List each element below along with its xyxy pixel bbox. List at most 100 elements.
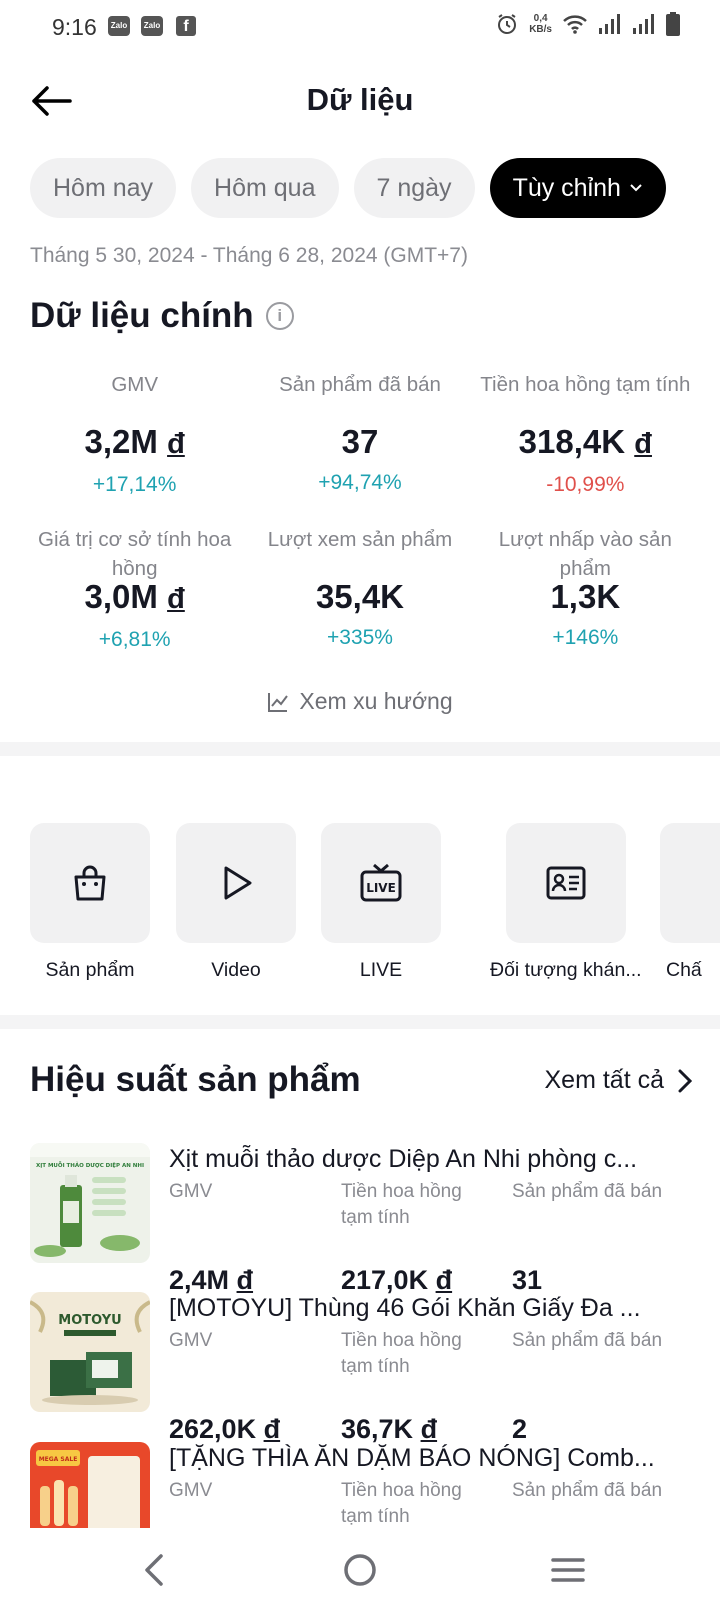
- product-row[interactable]: XỊT MUỖI THẢO DƯỢC DIỆP AN NHI Xịt muỗi …: [30, 1143, 720, 1297]
- status-indicators: 0,4 KB/s: [495, 12, 680, 36]
- nav-recents-button[interactable]: [548, 1550, 588, 1590]
- metric-value: 35,4K: [315, 578, 405, 615]
- product-row[interactable]: MEGA SALE [TẶNG THÌA ĂN DẶM BÁO NÓNG] Co…: [30, 1442, 720, 1528]
- metric-value: 3,0M đ: [84, 578, 185, 615]
- column-label: Sản phẩm đã bán: [512, 1330, 663, 1351]
- tile-live[interactable]: LIVE LIVE: [321, 823, 441, 982]
- metric-commission-base: Giá trị cơ sở tính hoa hồng 3,0M đ +6,81…: [22, 525, 247, 655]
- metric-value: 37: [341, 423, 379, 460]
- product-sold: Sản phẩm đã bán: [512, 1478, 662, 1504]
- svg-text:LIVE: LIVE: [366, 881, 396, 895]
- date-filter-chips: Hôm nay Hôm qua 7 ngày Tùy chỉnh: [30, 158, 666, 218]
- metric-change: +94,74%: [318, 471, 402, 494]
- zalo-notification-icon: Zalo: [141, 16, 163, 36]
- product-sold: Sản phẩm đã bán 31: [512, 1179, 663, 1295]
- live-tv-icon: LIVE: [360, 863, 402, 902]
- svg-text:XỊT MUỖI THẢO DƯỢC DIỆP AN NHI: XỊT MUỖI THẢO DƯỢC DIỆP AN NHI: [36, 1161, 144, 1169]
- product-row[interactable]: MOTOYU [MOTOYU] Thùng 46 Gói Khăn Giấy Đ…: [30, 1292, 720, 1446]
- metric-estimated-commission: Tiền hoa hồng tạm tính 318,4K đ -10,99%: [473, 370, 698, 500]
- battery-icon: [666, 12, 680, 36]
- metric-label: Giá trị cơ sở tính hoa hồng: [38, 528, 232, 580]
- alarm-icon: [498, 14, 517, 34]
- product-name: Xịt muỗi thảo dược Diệp An Nhi phòng c..…: [169, 1145, 638, 1173]
- tile-video[interactable]: Video: [176, 823, 296, 982]
- info-icon[interactable]: i: [265, 302, 294, 330]
- tile-label: LIVE: [359, 959, 403, 981]
- product-commission: Tiền hoa hồng tạm tính: [341, 1478, 491, 1528]
- network-speed: 0,4 KB/s: [529, 13, 552, 35]
- tile-label: Đối tượng khán...: [490, 959, 642, 981]
- tile-label: Chấ: [666, 959, 702, 981]
- header: Dữ liệu: [0, 70, 720, 132]
- metric-label: Lượt nhấp vào sản phẩm: [498, 528, 672, 580]
- product-name: [TẶNG THÌA ĂN DẶM BÁO NÓNG] Comb...: [169, 1444, 655, 1472]
- svg-text:MOTOYU: MOTOYU: [58, 1313, 121, 1328]
- page-title: Dữ liệu: [306, 82, 414, 117]
- product-gmv: GMV 262,0K đ: [169, 1328, 319, 1444]
- metric-change: +6,81%: [98, 628, 171, 651]
- product-list: XỊT MUỖI THẢO DƯỢC DIỆP AN NHI Xịt muỗi …: [30, 1143, 720, 1528]
- metric-value: 1,3K: [550, 578, 621, 615]
- column-label: Tiền hoa hồng tạm tính: [341, 1330, 462, 1377]
- see-all-link[interactable]: Xem tất cả: [544, 1066, 692, 1095]
- section-divider: [0, 742, 720, 756]
- column-label: Tiền hoa hồng tạm tính: [341, 1480, 462, 1527]
- chevron-right-icon: [678, 1069, 692, 1092]
- chevron-down-icon: [630, 184, 642, 192]
- metric-change: +335%: [327, 626, 393, 649]
- section-divider: [0, 1015, 720, 1029]
- tile-products[interactable]: Sản phẩm: [30, 823, 150, 982]
- product-thumbnail: MOTOYU: [30, 1292, 150, 1412]
- view-trend-label: Xem xu hướng: [299, 688, 453, 714]
- metric-gmv: GMV 3,2M đ +17,14%: [22, 370, 247, 500]
- metric-value: 3,2M đ: [84, 423, 185, 460]
- system-navigation-bar: [0, 1528, 720, 1612]
- chip-yesterday[interactable]: Hôm qua: [191, 158, 339, 218]
- product-commission: Tiền hoa hồng tạm tính 217,0K đ: [341, 1179, 491, 1295]
- tile-partial[interactable]: Chấ: [660, 823, 720, 982]
- status-time: 9:16: [52, 14, 97, 40]
- product-name: [MOTOYU] Thùng 46 Gói Khăn Giấy Đa ...: [169, 1294, 641, 1322]
- facebook-notification-icon: f: [176, 16, 196, 36]
- column-label: Sản phẩm đã bán: [512, 1181, 663, 1202]
- nav-back-button[interactable]: [134, 1550, 174, 1590]
- metric-products-sold: Sản phẩm đã bán 37 +94,74%: [247, 370, 472, 500]
- chevron-left-icon: [145, 1554, 163, 1586]
- metric-product-clicks: Lượt nhấp vào sản phẩm 1,3K +146%: [473, 525, 698, 655]
- column-value: 36,7K đ: [341, 1414, 438, 1444]
- product-commission: Tiền hoa hồng tạm tính 36,7K đ: [341, 1328, 491, 1444]
- metric-label: GMV: [111, 373, 159, 396]
- metric-change: +17,14%: [92, 473, 177, 496]
- column-label: GMV: [169, 1330, 213, 1351]
- see-all-label: Xem tất cả: [544, 1066, 665, 1094]
- zalo-notification-icon: Zalo: [108, 16, 130, 36]
- shopping-bag-icon: [74, 865, 106, 901]
- signal-icon: [599, 14, 620, 34]
- tile-label: Video: [211, 959, 261, 981]
- main-data-title: Dữ liệu chính: [30, 296, 254, 335]
- metric-label: Lượt xem sản phẩm: [267, 528, 453, 551]
- status-bar: 9:16 Zalo Zalo f 0,4 KB/s: [0, 0, 720, 54]
- view-trend-link[interactable]: Xem xu hướng: [0, 688, 720, 715]
- nav-home-button[interactable]: [340, 1550, 380, 1590]
- category-tiles: Sản phẩm Video LIVE LIVE Đối tượng khán.…: [30, 823, 720, 983]
- svg-text:MEGA SALE: MEGA SALE: [39, 1456, 78, 1463]
- tile-label: Sản phẩm: [45, 959, 135, 981]
- metric-label: Sản phẩm đã bán: [279, 373, 441, 396]
- tile-audience[interactable]: Đối tượng khán...: [490, 823, 642, 982]
- signal-icon: [633, 14, 654, 34]
- metric-product-views: Lượt xem sản phẩm 35,4K +335%: [247, 525, 472, 655]
- column-label: Sản phẩm đã bán: [512, 1480, 663, 1501]
- circle-home-icon: [344, 1554, 376, 1586]
- menu-lines-icon: [551, 1558, 585, 1582]
- product-thumbnail: XỊT MUỖI THẢO DƯỢC DIỆP AN NHI: [30, 1143, 150, 1263]
- column-label: GMV: [169, 1480, 213, 1501]
- unknown-icon: [660, 823, 720, 943]
- chip-today[interactable]: Hôm nay: [30, 158, 177, 218]
- chip-7-days[interactable]: 7 ngày: [353, 158, 475, 218]
- column-value: 2: [512, 1414, 528, 1444]
- chip-custom-label: Tùy chỉnh: [512, 173, 621, 202]
- product-gmv: GMV 2,4M đ: [169, 1179, 319, 1295]
- chip-custom[interactable]: Tùy chỉnh: [489, 158, 666, 218]
- metric-change: -10,99%: [546, 473, 625, 496]
